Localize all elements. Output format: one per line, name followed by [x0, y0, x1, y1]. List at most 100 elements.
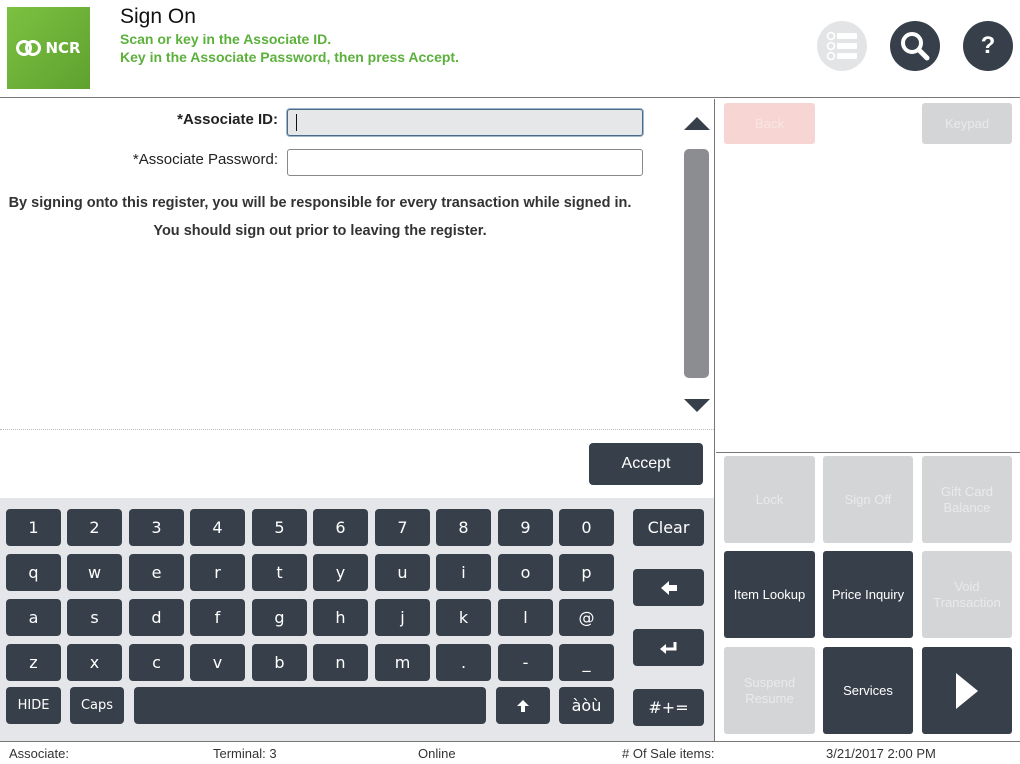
back-button[interactable]: Back [724, 103, 815, 144]
status-online: Online [418, 746, 456, 761]
key-y[interactable]: y [313, 554, 368, 591]
status-bar: Associate: Terminal: 3 Online # Of Sale … [0, 741, 1020, 764]
key-o[interactable]: o [498, 554, 553, 591]
key-3[interactable]: 3 [129, 509, 184, 546]
key-7[interactable]: 7 [375, 509, 430, 546]
key-symbol[interactable]: - [498, 644, 553, 681]
keypad-button[interactable]: Keypad [922, 103, 1012, 144]
key-8[interactable]: 8 [436, 509, 491, 546]
scrollbar-thumb[interactable] [684, 149, 709, 378]
numbered-list-button[interactable] [817, 21, 867, 71]
key-v[interactable]: v [190, 644, 245, 681]
play-arrow-icon [956, 672, 978, 709]
associate-id-label: *Associate ID: [177, 111, 278, 128]
key-6[interactable]: 6 [313, 509, 368, 546]
key-p[interactable]: p [559, 554, 614, 591]
key-symbol[interactable]: @ [559, 599, 614, 636]
status-terminal: Terminal: 3 [213, 746, 277, 761]
instruction-line-1: Scan or key in the Associate ID. [120, 31, 332, 47]
backspace-key[interactable] [633, 569, 704, 606]
function-panel: Back Keypad Lock Sign Off Gift Card Bala… [716, 99, 1020, 741]
symbols-key[interactable]: #+= [633, 689, 704, 726]
enter-key[interactable] [633, 629, 704, 666]
associate-id-input[interactable] [287, 109, 643, 136]
key-b[interactable]: b [252, 644, 307, 681]
scroll-down-arrow-icon[interactable] [684, 399, 710, 412]
key-c[interactable]: c [129, 644, 184, 681]
status-associate: Associate: [9, 746, 69, 761]
logo-text: NCR [45, 39, 81, 57]
key-m[interactable]: m [375, 644, 430, 681]
key-z[interactable]: z [6, 644, 61, 681]
key-q[interactable]: q [6, 554, 61, 591]
search-icon [901, 32, 930, 61]
scroll-up-arrow-icon[interactable] [684, 117, 710, 130]
key-r[interactable]: r [190, 554, 245, 591]
panel-divider [716, 452, 1020, 453]
key-e[interactable]: e [129, 554, 184, 591]
key-h[interactable]: h [313, 599, 368, 636]
key-symbol[interactable]: . [436, 644, 491, 681]
key-g[interactable]: g [252, 599, 307, 636]
void-transaction-button[interactable]: Void Transaction [922, 551, 1012, 638]
key-a[interactable]: a [6, 599, 61, 636]
gift-card-balance-button[interactable]: Gift Card Balance [922, 456, 1012, 543]
header: NCR Sign On Scan or key in the Associate… [0, 0, 1020, 98]
key-j[interactable]: j [375, 599, 430, 636]
content-divider [0, 429, 714, 430]
suspend-resume-button[interactable]: Suspend Resume [724, 647, 815, 734]
key-s[interactable]: s [67, 599, 122, 636]
shift-key[interactable] [496, 687, 550, 724]
associate-password-input[interactable] [287, 149, 643, 176]
help-button[interactable]: ? [963, 21, 1013, 71]
ncr-logo-mark-icon [16, 40, 42, 56]
key-9[interactable]: 9 [498, 509, 553, 546]
on-screen-keyboard: HIDE Caps àòù Clear #+= 1234567890 qwerty… [0, 498, 715, 741]
caps-key[interactable]: Caps [70, 687, 124, 724]
item-lookup-button[interactable]: Item Lookup [724, 551, 815, 638]
sign-out-notice: You should sign out prior to leaving the… [153, 223, 487, 239]
accent-key[interactable]: àòù [559, 687, 614, 724]
pos-screen: NCR Sign On Scan or key in the Associate… [0, 0, 1020, 764]
clear-key[interactable]: Clear [633, 509, 704, 546]
key-t[interactable]: t [252, 554, 307, 591]
price-inquiry-button[interactable]: Price Inquiry [823, 551, 913, 638]
key-1[interactable]: 1 [6, 509, 61, 546]
key-symbol[interactable]: _ [559, 644, 614, 681]
sign-on-form: *Associate ID: *Associate Password: By s… [0, 99, 715, 498]
page-title: Sign On [120, 5, 196, 28]
search-button[interactable] [890, 21, 940, 71]
key-4[interactable]: 4 [190, 509, 245, 546]
next-page-button[interactable] [922, 647, 1012, 734]
status-sale-items: # Of Sale items: [622, 746, 715, 761]
key-0[interactable]: 0 [559, 509, 614, 546]
sign-off-button[interactable]: Sign Off [823, 456, 913, 543]
lock-button[interactable]: Lock [724, 456, 815, 543]
key-k[interactable]: k [436, 599, 491, 636]
responsibility-notice: By signing onto this register, you will … [8, 195, 632, 211]
numbered-list-icon [826, 31, 857, 61]
space-key[interactable] [134, 687, 486, 724]
key-n[interactable]: n [313, 644, 368, 681]
enter-icon [659, 641, 676, 654]
accept-button[interactable]: Accept [589, 443, 703, 485]
text-caret [296, 114, 297, 131]
key-l[interactable]: l [498, 599, 553, 636]
associate-password-label: *Associate Password: [132, 151, 278, 168]
help-icon: ? [980, 32, 996, 59]
ncr-logo: NCR [7, 7, 90, 89]
key-2[interactable]: 2 [67, 509, 122, 546]
key-x[interactable]: x [67, 644, 122, 681]
key-i[interactable]: i [436, 554, 491, 591]
instruction-line-2: Key in the Associate Password, then pres… [120, 49, 459, 65]
status-datetime: 3/21/2017 2:00 PM [826, 746, 936, 761]
key-f[interactable]: f [190, 599, 245, 636]
services-button[interactable]: Services [823, 647, 913, 734]
key-w[interactable]: w [67, 554, 122, 591]
key-d[interactable]: d [129, 599, 184, 636]
key-5[interactable]: 5 [252, 509, 307, 546]
left-arrow-icon [660, 580, 677, 595]
hide-keyboard-key[interactable]: HIDE [6, 687, 61, 724]
key-u[interactable]: u [375, 554, 430, 591]
up-arrow-icon [517, 699, 529, 712]
